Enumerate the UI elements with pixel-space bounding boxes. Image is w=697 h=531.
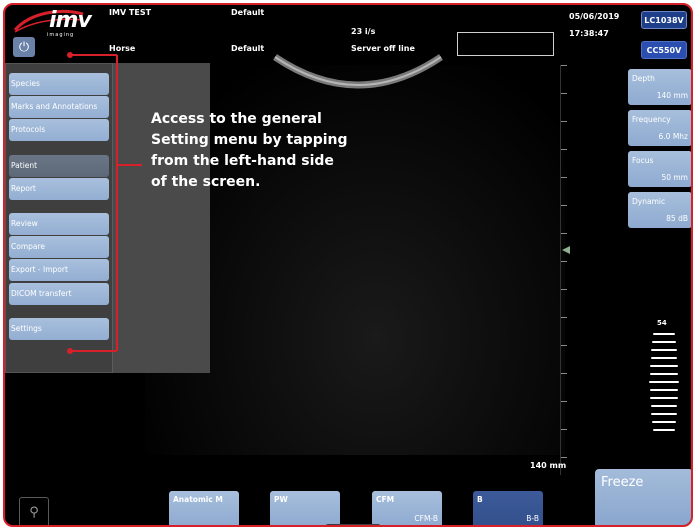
menu-item-report[interactable]: Report (9, 178, 109, 200)
ruler-tick (561, 401, 567, 402)
menu-item-species[interactable]: Species (9, 73, 109, 95)
ruler-tick (561, 289, 567, 290)
dynamic-control[interactable]: Dynamic 85 dB (628, 192, 691, 228)
menu-item-export-import[interactable]: Export - Import (9, 259, 109, 281)
gain-rung (650, 397, 678, 399)
species-label: Horse (109, 44, 136, 53)
ruler-tick (561, 317, 567, 318)
gain-rung (649, 389, 679, 391)
mode-sublabel: CFM-B (414, 514, 438, 523)
imv-logo: imv imaging (11, 8, 92, 38)
gain-rung (652, 333, 676, 335)
gain-slider[interactable] (649, 333, 679, 435)
mode-label: B (477, 495, 483, 504)
depth-ruler (560, 65, 572, 475)
param-value: 85 dB (666, 214, 688, 223)
ruler-tick (561, 149, 567, 150)
menu-item-marks-annotations[interactable]: Marks and Annotations (9, 96, 109, 118)
ruler-tick (561, 177, 567, 178)
probe-icon[interactable]: ⚲ (19, 497, 49, 525)
date: 05/06/2019 (569, 12, 620, 21)
depth-readout: 140 mm (530, 461, 567, 470)
param-value: 140 mm (656, 91, 688, 100)
ruler-tick (561, 373, 567, 374)
mode-anatomic-m-button[interactable]: Anatomic M (169, 491, 239, 525)
ruler-tick (561, 205, 567, 206)
ruler-tick (561, 65, 567, 66)
mode-label: CFM (376, 495, 395, 504)
ruler-tick (561, 457, 567, 458)
menu-item-settings[interactable]: Settings (9, 318, 109, 340)
mode-b-button[interactable]: B B-B (473, 491, 543, 525)
ruler-tick (561, 429, 567, 430)
frequency-control[interactable]: Frequency 6.0 Mhz (628, 110, 691, 146)
focus-control[interactable]: Focus 50 mm (628, 151, 691, 187)
time: 17:38:47 (569, 29, 609, 38)
mode-label: PW (274, 495, 288, 504)
gain-rung (650, 365, 678, 367)
mode-pw-button[interactable]: PW (270, 491, 340, 525)
ruler-tick (561, 261, 567, 262)
logo-text: imv (49, 8, 92, 33)
ruler-tick (561, 345, 567, 346)
ruler-tick (561, 93, 567, 94)
param-value: 6.0 Mhz (658, 132, 688, 141)
transducer-arc (273, 54, 443, 89)
logo-subtext: imaging (47, 32, 75, 38)
gain-rung (651, 349, 677, 351)
mode-sublabel: B-B (526, 514, 539, 523)
menu-item-review[interactable]: Review (9, 213, 109, 235)
ultrasound-screen: imv imaging ⏻ IMV TEST Horse Default Def… (3, 3, 693, 527)
callout-text: Access to the general Setting menu by ta… (151, 111, 348, 190)
gain-rung (652, 429, 676, 431)
param-value: 50 mm (661, 173, 688, 182)
freeze-button[interactable]: Freeze (595, 469, 691, 525)
status-box (457, 32, 554, 56)
gain-rung (650, 357, 678, 359)
mode-cfm-button[interactable]: CFM CFM-B (372, 491, 442, 525)
mode-label: Anatomic M (173, 495, 223, 504)
gain-rung (650, 405, 678, 407)
probe-cc550v-button[interactable]: CC550V (641, 41, 687, 59)
gain-rung (649, 373, 679, 375)
focus-marker-icon[interactable] (562, 246, 570, 254)
gain-rung (651, 413, 677, 415)
preset-bottom: Default (231, 44, 265, 53)
preset-top: Default (231, 8, 265, 17)
ruler-tick (561, 121, 567, 122)
probe-lc1038v-button[interactable]: LC1038V (641, 11, 687, 29)
gain-value: 54 (657, 319, 667, 327)
menu-item-dicom-transfert[interactable]: DICOM transfert (9, 283, 109, 305)
chevron-up-icon: ︿ (347, 522, 355, 525)
ruler-tick (561, 233, 567, 234)
depth-control[interactable]: Depth 140 mm (628, 69, 691, 105)
bottom-drawer-handle[interactable]: ︿ (325, 522, 381, 525)
param-label: Depth (632, 74, 655, 83)
frame-rate: 23 i/s (351, 27, 376, 36)
menu-item-protocols[interactable]: Protocols (9, 119, 109, 141)
param-label: Frequency (632, 115, 671, 124)
power-icon: ⏻ (18, 39, 30, 55)
param-label: Dynamic (632, 197, 666, 206)
power-button[interactable]: ⏻ (13, 37, 35, 57)
gain-rung (649, 381, 679, 383)
menu-item-compare[interactable]: Compare (9, 236, 109, 258)
gain-rung (652, 341, 676, 343)
patient-name: IMV TEST (109, 8, 152, 17)
menu-item-patient[interactable]: Patient (9, 155, 109, 177)
param-label: Focus (632, 156, 654, 165)
server-status: Server off line (351, 44, 415, 53)
gain-rung (652, 421, 676, 423)
